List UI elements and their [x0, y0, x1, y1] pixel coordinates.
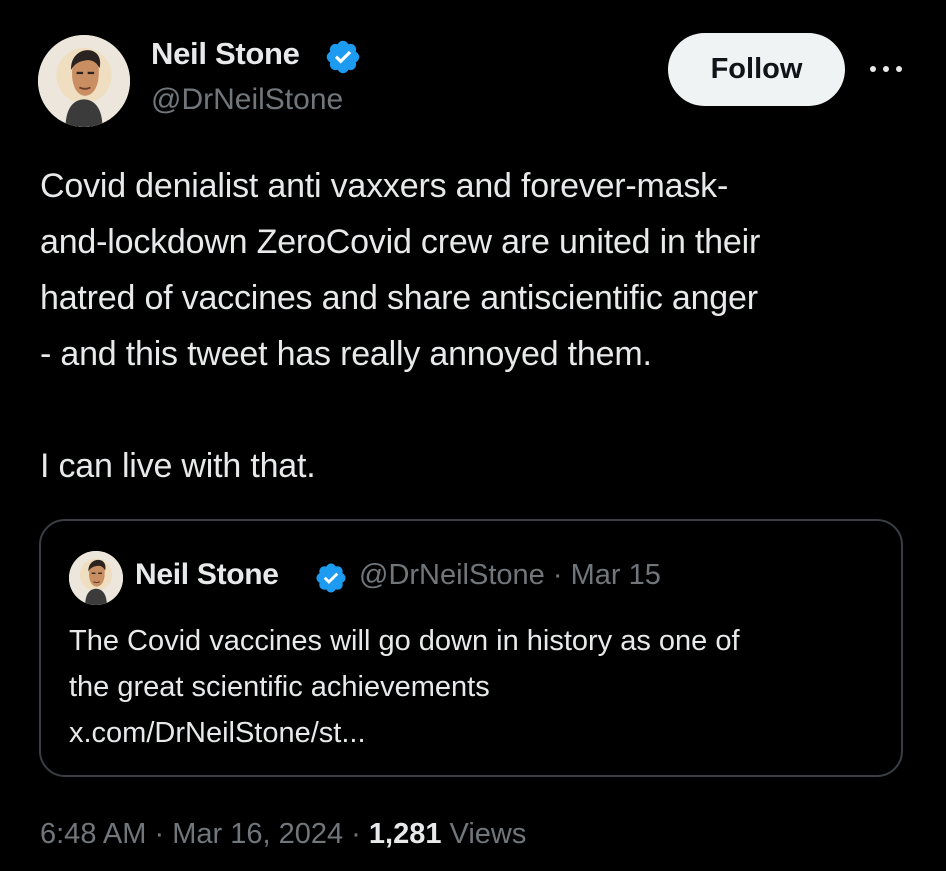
quoted-tweet-text: The Covid vaccines will go down in histo… — [69, 618, 889, 756]
quoted-author-display-name[interactable]: Neil Stone — [135, 558, 279, 592]
meta-separator: · — [351, 818, 361, 850]
meta-separator: · — [552, 559, 563, 591]
tweet-date[interactable]: Mar 16, 2024 — [172, 818, 343, 850]
quoted-tweet-text-line: the great scientific achievements — [69, 671, 490, 703]
follow-button[interactable]: Follow — [668, 33, 845, 106]
verified-badge-icon[interactable] — [324, 38, 362, 76]
tweet-text-line: and-lockdown ZeroCovid crew are united i… — [40, 223, 761, 261]
quoted-tweet-date[interactable]: Mar 15 — [571, 559, 661, 591]
tweet-text-line: - and this tweet has really annoyed them… — [40, 335, 652, 373]
quoted-tweet-meta: @DrNeilStone · Mar 15 — [359, 559, 661, 592]
quoted-author-avatar[interactable] — [69, 551, 123, 605]
views-label: Views — [449, 818, 527, 850]
quoted-tweet-text-line: The Covid vaccines will go down in histo… — [69, 625, 740, 657]
more-horizontal-icon — [870, 66, 902, 72]
author-handle[interactable]: @DrNeilStone — [151, 83, 343, 117]
tweet-time[interactable]: 6:48 AM — [40, 818, 146, 850]
quoted-tweet-link[interactable]: x.com/DrNeilStone/st... — [69, 710, 889, 756]
more-options-button[interactable] — [866, 58, 906, 80]
tweet-meta-line: 6:48 AM · Mar 16, 2024 · 1,281 Views — [40, 818, 526, 851]
meta-separator: · — [154, 818, 165, 850]
author-avatar[interactable] — [38, 35, 130, 127]
tweet-text-line: Covid denialist anti vaxxers and forever… — [40, 167, 729, 205]
quoted-author-avatar-image — [69, 551, 123, 605]
tweet-text: Covid denialist anti vaxxers and forever… — [40, 158, 920, 494]
tweet-closing-line: I can live with that. — [40, 447, 316, 485]
quoted-tweet-card[interactable]: Neil Stone @DrNeilStone · Mar 15 The Cov… — [39, 519, 903, 777]
tweet-text-line: hatred of vaccines and share antiscienti… — [40, 279, 758, 317]
views-count: 1,281 — [368, 818, 442, 850]
author-avatar-image — [38, 35, 130, 127]
quoted-author-handle: @DrNeilStone — [359, 559, 545, 591]
quoted-verified-badge-icon — [316, 563, 346, 593]
author-display-name[interactable]: Neil Stone — [151, 36, 300, 72]
